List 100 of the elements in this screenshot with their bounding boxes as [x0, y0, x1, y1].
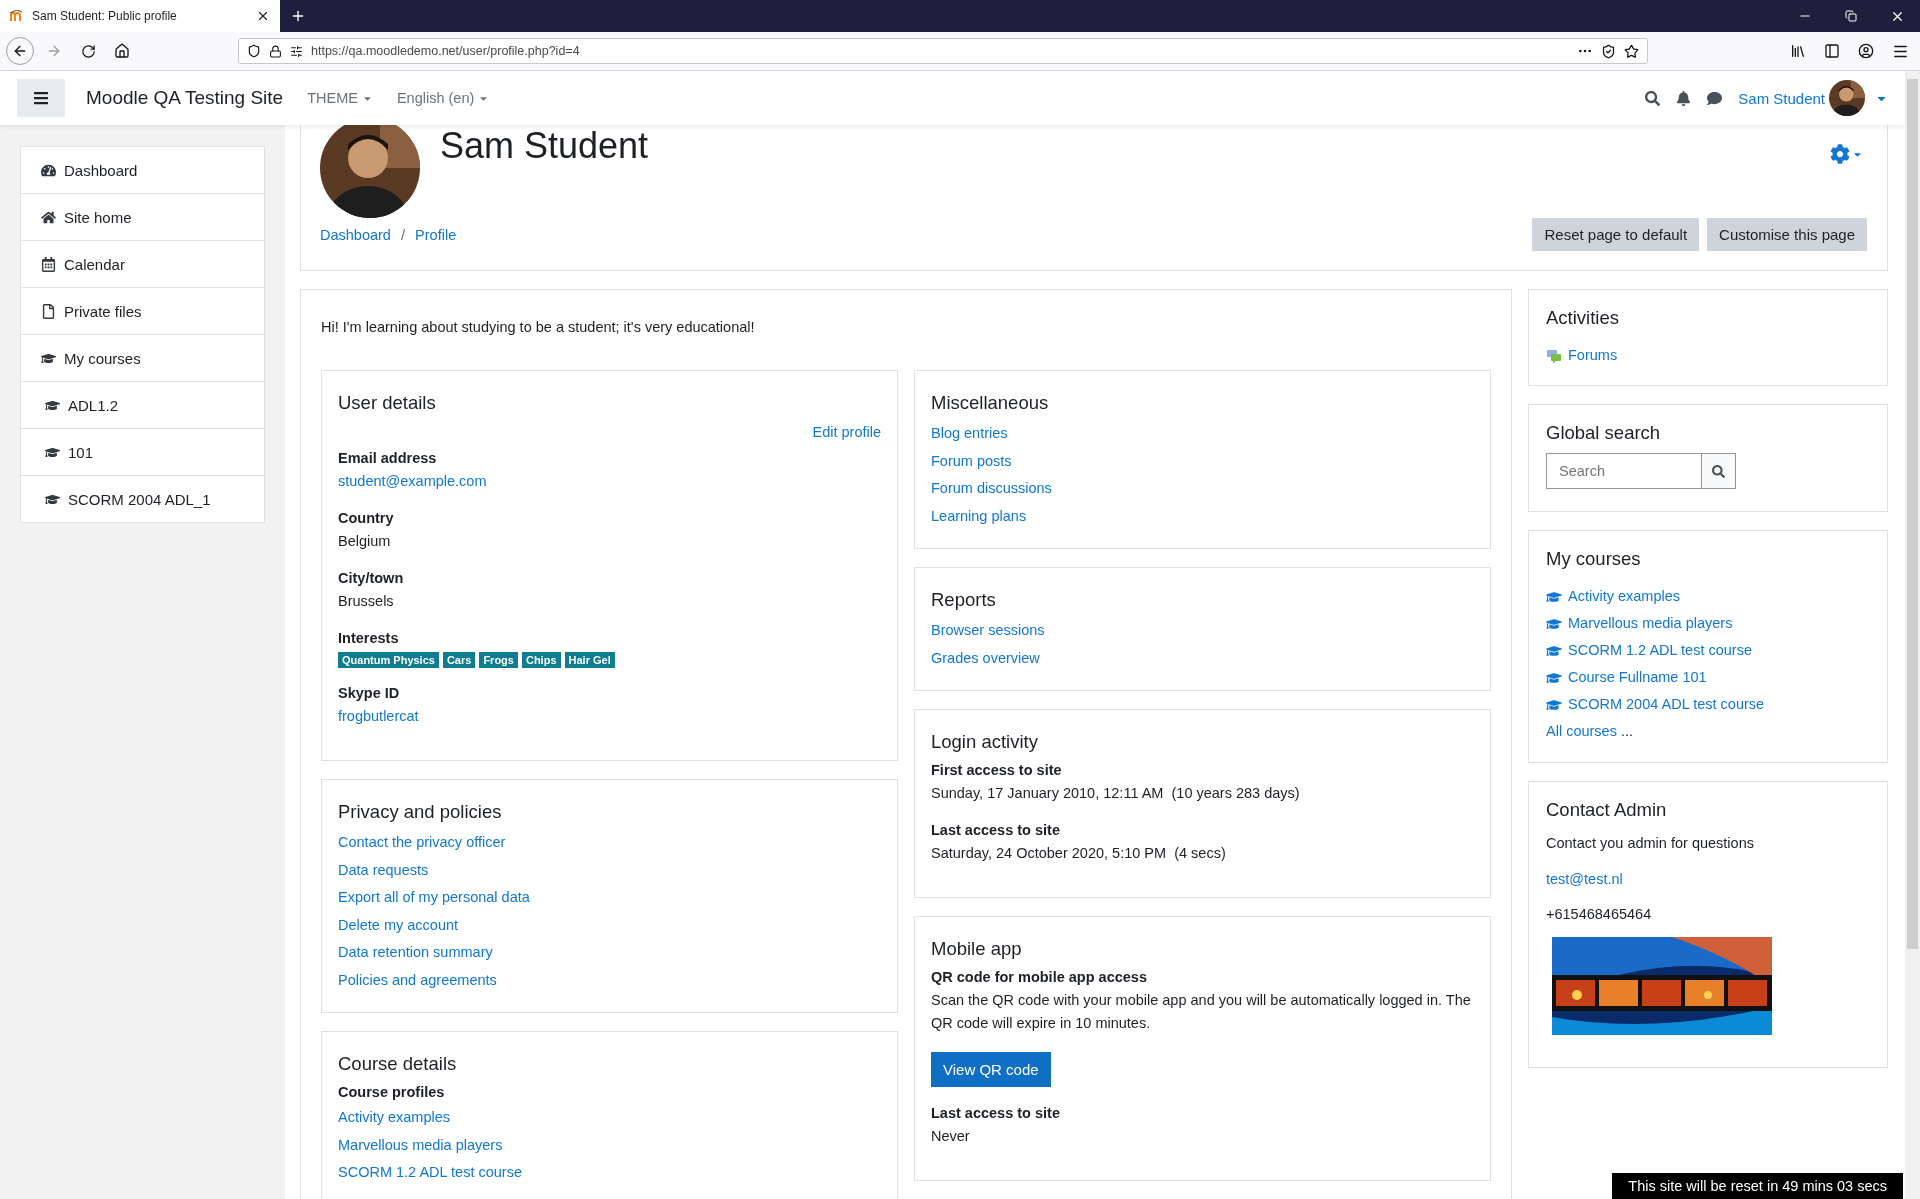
all-courses-link[interactable]: All courses — [1546, 718, 1617, 746]
field-label: First access to site — [931, 761, 1063, 780]
user-menu-link[interactable]: Sam Student — [1738, 89, 1825, 107]
user-icon — [1858, 43, 1874, 59]
interest-tag[interactable]: Chips — [521, 652, 561, 668]
dropdown-menu[interactable]: English (en) — [396, 90, 490, 106]
site-name[interactable]: Moodle QA Testing Site — [86, 87, 284, 109]
page-action-button[interactable]: Customise this page — [1707, 218, 1867, 251]
nav-item[interactable]: Private files — [21, 288, 264, 335]
menu-button[interactable] — [17, 79, 65, 117]
books-icon — [1790, 43, 1806, 59]
section-link[interactable]: Data requests — [338, 856, 429, 884]
email-link[interactable]: test@test.nl — [1546, 865, 1623, 893]
forward-arrow-icon — [46, 43, 62, 59]
star-icon[interactable] — [1624, 43, 1639, 59]
menu-icon — [33, 90, 49, 106]
field-value: Sunday, 17 January 2010, 12:11 AM (10 years 283 days) — [931, 784, 1301, 803]
search-button[interactable] — [1702, 453, 1736, 489]
user-name-heading: Sam Student — [440, 124, 649, 168]
section-link[interactable]: Data retention summary — [338, 939, 493, 967]
search-icon — [1712, 464, 1725, 478]
field-label: City/town — [338, 569, 405, 588]
reload-icon — [80, 43, 96, 59]
profile-description: Hi! I'm learning about studying to be a student; it's very educational! — [321, 318, 756, 337]
nav-item[interactable]: 101 — [21, 429, 264, 476]
breadcrumb-separator: / — [400, 226, 406, 243]
interest-tag[interactable]: Frogs — [479, 652, 518, 668]
bell-icon[interactable] — [1676, 90, 1692, 106]
course-link[interactable]: Marvellous media players — [1546, 610, 1733, 637]
section-title: Miscellaneous — [931, 391, 1050, 415]
field-label: Interests — [338, 629, 400, 648]
section-link[interactable]: Forum posts — [931, 447, 1012, 475]
house-icon — [41, 209, 56, 225]
section-title: User details — [338, 391, 437, 415]
site-logo-icon — [10, 10, 24, 22]
nav-item[interactable]: Site home — [21, 194, 264, 241]
permissions-icon — [290, 44, 303, 58]
section-link[interactable]: Marvellous media players — [338, 1131, 503, 1159]
section-link[interactable]: Browser sessions — [931, 617, 1045, 645]
nav-item[interactable]: Dashboard — [21, 147, 264, 194]
sidebar-icon — [1824, 43, 1840, 59]
block-title: Contact Admin — [1546, 797, 1668, 822]
course-link[interactable]: SCORM 2004 ADL test course — [1546, 691, 1765, 718]
section-subtitle: QR code for mobile app access — [931, 968, 1148, 987]
field-value: Belgium — [338, 532, 392, 551]
section-link[interactable]: Forum discussions — [931, 475, 1052, 503]
page-action-button[interactable]: Reset page to default — [1532, 218, 1700, 251]
phone-number: +615468465464 — [1546, 905, 1653, 924]
nav-item[interactable]: ADL1.2 — [21, 382, 264, 429]
section-link[interactable]: Activity examples — [338, 1104, 450, 1132]
search-field[interactable]: Search — [1546, 453, 1702, 489]
field-label: Country — [338, 509, 395, 528]
section-link[interactable]: Contact the privacy officer — [338, 829, 506, 857]
chat-icon[interactable] — [1707, 90, 1723, 106]
section-subtitle: Course profiles — [338, 1083, 446, 1102]
interest-tag[interactable]: Hair Gel — [564, 652, 615, 668]
section-link[interactable]: Grades overview — [931, 644, 1040, 672]
address-bar[interactable]: https://qa.moodledemo.net/user/profile.php?id=4 — [238, 38, 1648, 64]
activity-link[interactable]: Forums — [1546, 342, 1618, 369]
section-title: Privacy and policies — [338, 800, 503, 824]
shield-icon — [247, 44, 261, 58]
breadcrumb-link[interactable]: Dashboard — [320, 223, 391, 246]
section-title: Mobile app — [931, 937, 1023, 961]
house-icon — [114, 43, 130, 59]
field-label: Last access to site — [931, 821, 1061, 840]
view-qr-button[interactable]: View QR code — [931, 1052, 1051, 1087]
breadcrumb-link[interactable]: Profile — [415, 223, 457, 246]
course-link[interactable]: Course Fullname 101 — [1546, 664, 1707, 691]
nav-item[interactable]: Calendar — [21, 241, 264, 288]
chat-bubbles-icon — [1546, 347, 1562, 364]
nav-item[interactable]: My courses — [21, 335, 264, 382]
dropdown-menu[interactable]: THEME — [307, 90, 373, 106]
section-link[interactable]: Learning plans — [931, 502, 1027, 530]
interest-tag[interactable]: Cars — [442, 652, 476, 668]
ellipsis-text: ... — [1620, 722, 1633, 741]
section-link[interactable]: Policies and agreements — [338, 966, 497, 994]
qr-instructions: Scan the QR code with your mobile app and you will be automatically logged in. The QR code will expire in 10 minutes. — [931, 991, 1472, 1033]
section-title: Reports — [931, 588, 997, 612]
close-icon[interactable] — [256, 9, 270, 23]
course-link[interactable]: SCORM 1.2 ADL test course — [1546, 637, 1752, 664]
edit-profile-link[interactable]: Edit profile — [812, 420, 881, 444]
browser-tab[interactable]: Sam Student: Public profile — [0, 0, 280, 32]
search-icon[interactable] — [1645, 90, 1661, 106]
field-link[interactable]: frogbutlercat — [338, 705, 419, 728]
file-icon — [41, 303, 56, 319]
field-link[interactable]: student@example.com — [338, 470, 487, 493]
section-link[interactable]: Blog entries — [931, 420, 1008, 448]
new-tab-icon[interactable] — [290, 8, 306, 24]
section-link[interactable]: Export all of my personal data — [338, 884, 530, 912]
restore-icon[interactable] — [1845, 10, 1857, 22]
calendar-icon — [41, 256, 56, 272]
gauge-icon — [41, 162, 56, 178]
section-title: Course details — [338, 1052, 458, 1076]
scrollbar[interactable] — [1905, 71, 1920, 1199]
section-link[interactable]: Delete my account — [338, 911, 459, 939]
nav-item[interactable]: SCORM 2004 ADL_1 — [21, 476, 264, 523]
course-link[interactable]: Activity examples — [1546, 583, 1680, 610]
settings-icon[interactable] — [1830, 144, 1850, 164]
interest-tag[interactable]: Quantum Physics — [338, 652, 439, 668]
section-link[interactable]: SCORM 1.2 ADL test course — [338, 1159, 522, 1187]
